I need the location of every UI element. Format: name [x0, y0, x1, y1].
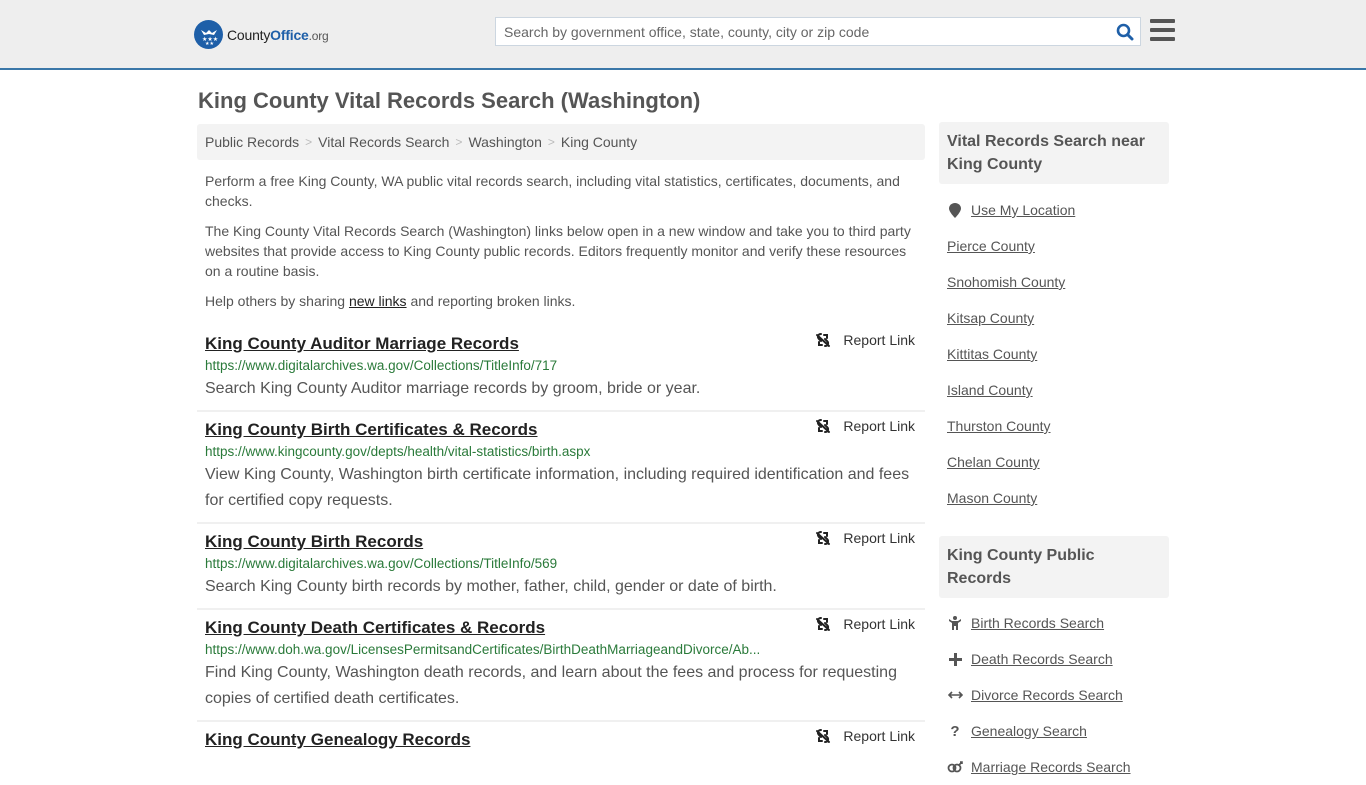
- result-url: https://www.kingcounty.gov/depts/health/…: [205, 444, 591, 459]
- intro-paragraph-1: Perform a free King County, WA public vi…: [205, 173, 900, 209]
- result-description: Search King County birth records by moth…: [205, 578, 777, 595]
- public-record-item: ? Genealogy Search: [947, 713, 1169, 749]
- new-links-link[interactable]: new links: [349, 293, 407, 309]
- plus-icon: [947, 652, 963, 666]
- intro-text: Perform a free King County, WA public vi…: [205, 171, 917, 321]
- broken-link-icon: [816, 419, 831, 433]
- nearby-county-item: Chelan County: [947, 444, 1169, 480]
- public-records-list: Birth Records Search Death Records Searc…: [947, 605, 1169, 785]
- breadcrumb-separator: >: [305, 135, 313, 149]
- breadcrumb-separator: >: [547, 135, 555, 149]
- search-icon: [1116, 23, 1134, 40]
- result-title-link[interactable]: King County Death Certificates & Records: [205, 616, 545, 640]
- report-link-button[interactable]: Report Link: [815, 332, 915, 348]
- nearby-county-item: Kittitas County: [947, 336, 1169, 372]
- divorce-records-search-link[interactable]: Divorce Records Search: [971, 687, 1123, 703]
- death-records-search-link[interactable]: Death Records Search: [971, 651, 1113, 667]
- intro-paragraph-3: Help others by sharing new links and rep…: [205, 293, 576, 309]
- page-title: King County Vital Records Search (Washin…: [198, 88, 701, 113]
- public-records-heading: King County Public Records: [947, 547, 1095, 587]
- nearby-county-link[interactable]: Thurston County: [947, 418, 1051, 434]
- birth-records-search-link[interactable]: Birth Records Search: [971, 615, 1104, 631]
- nearby-county-item: Snohomish County: [947, 264, 1169, 300]
- breadcrumb-separator: >: [455, 135, 463, 149]
- child-icon: [947, 616, 963, 630]
- result-title-link[interactable]: King County Birth Records: [205, 530, 423, 554]
- result-item: King County Genealogy Records Report Lin…: [197, 722, 925, 760]
- top-navbar: ★★★ ★★ CountyOffice.org: [0, 0, 1366, 70]
- result-title-link[interactable]: King County Auditor Marriage Records: [205, 332, 519, 356]
- nearby-county-link[interactable]: Kittitas County: [947, 346, 1037, 362]
- nearby-county-link[interactable]: Pierce County: [947, 238, 1035, 254]
- nearby-county-link[interactable]: Mason County: [947, 490, 1037, 506]
- question-icon: ?: [950, 722, 960, 740]
- broken-link-icon: [816, 333, 831, 347]
- result-url: https://www.digitalarchives.wa.gov/Colle…: [205, 556, 558, 571]
- broken-link-icon: [816, 617, 831, 631]
- report-link-button[interactable]: Report Link: [815, 530, 915, 546]
- svg-text:★★: ★★: [205, 41, 214, 46]
- report-link-button[interactable]: Report Link: [815, 616, 915, 632]
- public-record-item: Marriage Records Search: [947, 749, 1169, 785]
- nearby-county-item: Mason County: [947, 480, 1169, 516]
- result-item: King County Auditor Marriage Records Rep…: [197, 326, 925, 412]
- public-records-heading-box: King County Public Records: [939, 536, 1169, 598]
- search-input[interactable]: [496, 18, 1110, 45]
- search-button[interactable]: [1110, 18, 1140, 45]
- public-record-item: Divorce Records Search: [947, 677, 1169, 713]
- public-record-item: Birth Records Search: [947, 605, 1169, 641]
- result-item: King County Death Certificates & Records…: [197, 610, 925, 722]
- report-link-button[interactable]: Report Link: [815, 728, 915, 744]
- nearby-counties-list: Use My Location Pierce County Snohomish …: [947, 192, 1169, 516]
- hamburger-menu-icon[interactable]: [1150, 19, 1175, 41]
- site-logo[interactable]: ★★★ ★★ CountyOffice.org: [194, 20, 329, 49]
- broken-link-icon: [816, 729, 831, 743]
- result-description: Find King County, Washington death recor…: [205, 664, 897, 707]
- marriage-symbol-icon: [947, 761, 963, 773]
- broken-link-icon: [816, 531, 831, 545]
- breadcrumb-vital-records-search[interactable]: Vital Records Search: [318, 134, 449, 150]
- left-right-arrow-icon: [947, 690, 963, 700]
- nearby-county-item: Island County: [947, 372, 1169, 408]
- marriage-records-search-link[interactable]: Marriage Records Search: [971, 759, 1131, 775]
- result-url: https://www.doh.wa.gov/LicensesPermitsan…: [205, 642, 761, 657]
- use-my-location-link[interactable]: Use My Location: [971, 202, 1075, 218]
- result-title-link[interactable]: King County Genealogy Records: [205, 728, 470, 752]
- site-search: [495, 17, 1141, 46]
- result-description: View King County, Washington birth certi…: [205, 466, 910, 509]
- use-my-location-item: Use My Location: [947, 192, 1169, 228]
- intro-paragraph-2: The King County Vital Records Search (Wa…: [205, 223, 911, 279]
- result-title-link[interactable]: King County Birth Certificates & Records: [205, 418, 538, 442]
- eagle-stars-logo-icon: ★★★ ★★: [194, 20, 223, 49]
- nearby-county-link[interactable]: Snohomish County: [947, 274, 1065, 290]
- nearby-county-link[interactable]: Chelan County: [947, 454, 1040, 470]
- result-description: Search King County Auditor marriage reco…: [205, 380, 701, 397]
- result-item: King County Birth Records Report Link ht…: [197, 524, 925, 610]
- genealogy-search-link[interactable]: Genealogy Search: [971, 723, 1087, 739]
- logo-wordmark: CountyOffice.org: [227, 26, 329, 43]
- breadcrumb-public-records[interactable]: Public Records: [205, 134, 299, 150]
- nearby-county-item: Thurston County: [947, 408, 1169, 444]
- public-record-item: Death Records Search: [947, 641, 1169, 677]
- report-link-button[interactable]: Report Link: [815, 418, 915, 434]
- breadcrumb-king-county[interactable]: King County: [561, 134, 637, 150]
- result-url: https://www.digitalarchives.wa.gov/Colle…: [205, 358, 558, 373]
- breadcrumb: Public Records > Vital Records Search > …: [197, 124, 925, 160]
- map-marker-icon: [947, 202, 963, 218]
- breadcrumb-washington[interactable]: Washington: [468, 134, 541, 150]
- nearby-county-item: Pierce County: [947, 228, 1169, 264]
- result-item: King County Birth Certificates & Records…: [197, 412, 925, 524]
- results-list: King County Auditor Marriage Records Rep…: [197, 326, 925, 760]
- nearby-county-item: Kitsap County: [947, 300, 1169, 336]
- nearby-heading-box: Vital Records Search near King County: [939, 122, 1169, 184]
- nearby-county-link[interactable]: Island County: [947, 382, 1033, 398]
- nearby-county-link[interactable]: Kitsap County: [947, 310, 1034, 326]
- nearby-heading: Vital Records Search near King County: [947, 133, 1146, 173]
